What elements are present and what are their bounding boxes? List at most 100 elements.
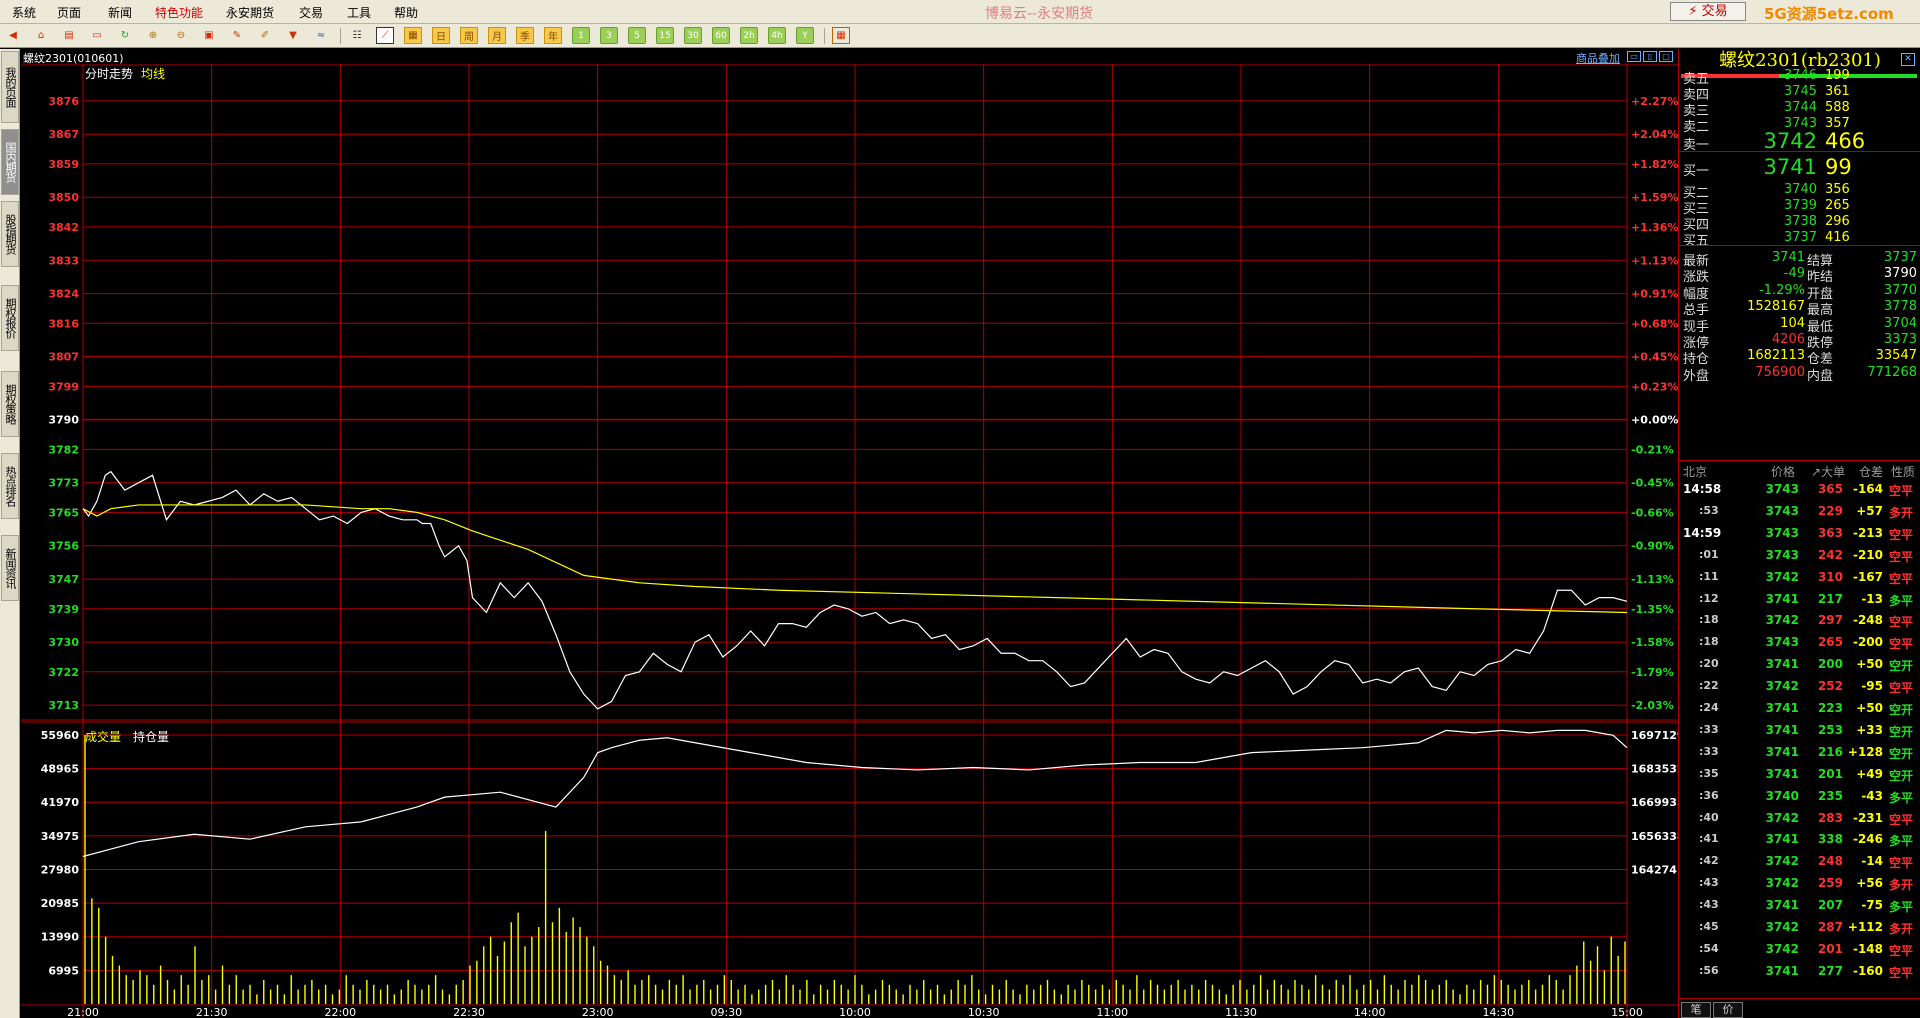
tick-row[interactable]: :42 3742 248 -14 空平 [1679, 850, 1920, 872]
period-month[interactable]: 月 [488, 27, 506, 44]
tick-row[interactable]: :45 3742 287 +112 多开 [1679, 916, 1920, 938]
period-quarter[interactable]: 季 [516, 27, 534, 44]
tick-row[interactable]: :18 3743 265 -200 空平 [1679, 631, 1920, 653]
tick-volume: 207 [1817, 898, 1843, 913]
tick-row[interactable]: :53 3743 229 +57 多开 [1679, 500, 1920, 522]
tick-row[interactable]: :33 3741 216 +128 空开 [1679, 741, 1920, 763]
tick-price: 3741 [1765, 722, 1799, 737]
sidetab-option-strategy[interactable]: 期权策略 [1, 371, 19, 437]
zoom-in-icon[interactable]: ⊕ [144, 27, 162, 44]
book-icon[interactable]: ▤ [60, 27, 78, 44]
y-tick-label: 3739 [48, 603, 79, 616]
tick-volume: 248 [1817, 854, 1843, 869]
tab-price[interactable]: 价 [1713, 1002, 1743, 1018]
tick-kind: 空开 [1889, 703, 1914, 717]
intraday-chart[interactable]: 3876 +2.27% 3867 +2.04% 3859 +1.82% 3850 +1.59%… [21, 64, 1678, 1018]
tick-row[interactable]: 14:59 3743 363 -213 空平 [1679, 522, 1920, 544]
oi-tick-label: 1656338 [1631, 830, 1678, 843]
trade-button[interactable]: ⚡ 交易 [1670, 2, 1746, 21]
tick-row[interactable]: :33 3741 253 +33 空开 [1679, 719, 1920, 741]
period-60min[interactable]: 60 [712, 27, 730, 44]
tick-kind: 空平 [1889, 527, 1914, 542]
tick-row[interactable]: :20 3741 200 +50 空开 [1679, 653, 1920, 675]
tick-row[interactable]: :24 3741 223 +50 空开 [1679, 697, 1920, 719]
calculator-icon[interactable]: ▦ [832, 27, 850, 44]
tick-row[interactable]: :36 3740 235 -43 多平 [1679, 785, 1920, 807]
period-day[interactable]: 日 [432, 27, 450, 44]
stat-value: 756900 [1755, 364, 1805, 380]
oi-tick-label: 1683532 [1631, 763, 1678, 776]
folder-icon[interactable]: ▭ [88, 27, 106, 44]
tick-oi-diff: +57 [1856, 503, 1883, 518]
orderbook-row[interactable]: 买五 3737 416 [1679, 227, 1920, 249]
tick-row[interactable]: 14:58 3743 365 -164 空平 [1679, 478, 1920, 500]
tick-row[interactable]: :40 3742 283 -231 空平 [1679, 807, 1920, 829]
pencil-icon[interactable]: ✎ [228, 27, 246, 44]
y-tick-label: 3807 [48, 351, 79, 364]
period-5min[interactable]: 5 [628, 27, 646, 44]
y-tick-label: 3747 [48, 573, 79, 586]
table-icon[interactable]: ☷ [348, 27, 366, 44]
sidetab-news[interactable]: 新闻资讯 [1, 535, 19, 601]
tick-price: 3741 [1765, 963, 1799, 978]
orderbook-row[interactable]: 买一 3741 99 [1679, 155, 1920, 179]
menu-system[interactable]: 系统 [12, 4, 36, 21]
tick-time: :42 [1699, 854, 1719, 868]
period-2h[interactable]: 2h [740, 27, 758, 44]
intraday-chart-icon[interactable]: ⟋ [376, 27, 394, 44]
menu-bar: 系统 页面 新闻 特色功能 永安期货 交易 工具 帮助 博易云--永安期货 ⚡ … [0, 0, 1920, 24]
tick-volume: 338 [1817, 832, 1843, 847]
toolbar: ◀ ⌂ ▤ ▭ ↻ ⊕ ⊖ ▣ ✎ ✐ ▼ ≈ ☷ ⟋ ▦ 日 周 月 季 年 … [0, 24, 1920, 48]
tick-row[interactable]: :01 3743 242 -210 空平 [1679, 544, 1920, 566]
back-arrow-icon[interactable]: ◀ [4, 27, 22, 44]
menu-yongan-futures[interactable]: 永安期货 [226, 4, 274, 21]
period-1min[interactable]: 1 [572, 27, 590, 44]
period-week[interactable]: 周 [460, 27, 478, 44]
tick-row[interactable]: :54 3742 201 -148 空平 [1679, 938, 1920, 960]
menu-trade[interactable]: 交易 [299, 4, 323, 21]
layout-icon[interactable]: ▭ [1627, 51, 1641, 62]
orderbook-row[interactable]: 卖一 3742 466 [1679, 129, 1920, 153]
y-pct-label: +0.68% [1631, 317, 1678, 330]
menu-help[interactable]: 帮助 [394, 4, 418, 21]
sidetab-my-page[interactable]: 我的页面 [1, 51, 19, 123]
tab-ticks[interactable]: 笔 [1681, 1002, 1711, 1018]
y-tick-label: 3842 [48, 221, 79, 234]
window-icon[interactable]: ▣ [200, 27, 218, 44]
tick-row[interactable]: :43 3742 259 +56 多开 [1679, 872, 1920, 894]
split-icon[interactable]: ▯ [1643, 51, 1657, 62]
home-icon[interactable]: ⌂ [32, 27, 50, 44]
period-4h[interactable]: 4h [768, 27, 786, 44]
tick-row[interactable]: :11 3742 310 -167 空平 [1679, 566, 1920, 588]
zoom-out-icon[interactable]: ⊖ [172, 27, 190, 44]
refresh-icon[interactable]: ↻ [116, 27, 134, 44]
period-30min[interactable]: 30 [684, 27, 702, 44]
sidetab-domestic-futures[interactable]: 国内期货 [1, 129, 19, 195]
orderbook-price: 3741 [1763, 155, 1817, 179]
menu-news[interactable]: 新闻 [108, 4, 132, 21]
tick-row[interactable]: :22 3742 252 -95 空平 [1679, 675, 1920, 697]
filter-icon[interactable]: ▼ [284, 27, 302, 44]
menu-featured[interactable]: 特色功能 [155, 4, 203, 21]
indicator-icon[interactable]: ≈ [312, 27, 330, 44]
menu-tools[interactable]: 工具 [347, 4, 371, 21]
maximize-icon[interactable]: ▢ [1659, 51, 1673, 62]
tick-row[interactable]: :56 3741 277 -160 空平 [1679, 960, 1920, 982]
brush-icon[interactable]: ✐ [256, 27, 274, 44]
sidetab-hot-ranking[interactable]: 热点排名 [1, 453, 19, 519]
tick-row[interactable]: :43 3741 207 -75 多平 [1679, 894, 1920, 916]
period-custom[interactable]: Y [796, 27, 814, 44]
stat-value: -49 [1783, 266, 1805, 282]
period-year[interactable]: 年 [544, 27, 562, 44]
tick-row[interactable]: :35 3741 201 +49 空开 [1679, 763, 1920, 785]
multi-day-icon[interactable]: ▦ [404, 27, 422, 44]
tick-row[interactable]: :12 3741 217 -13 多平 [1679, 588, 1920, 610]
sidetab-index-futures[interactable]: 股指期货 [1, 201, 19, 267]
menu-page[interactable]: 页面 [57, 4, 81, 21]
tick-volume: 216 [1817, 744, 1843, 759]
period-15min[interactable]: 15 [656, 27, 674, 44]
tick-row[interactable]: :18 3742 297 -248 空平 [1679, 609, 1920, 631]
sidetab-option-quotes[interactable]: 期权报价 [1, 285, 19, 351]
tick-row[interactable]: :41 3741 338 -246 多平 [1679, 828, 1920, 850]
period-3min[interactable]: 3 [600, 27, 618, 44]
